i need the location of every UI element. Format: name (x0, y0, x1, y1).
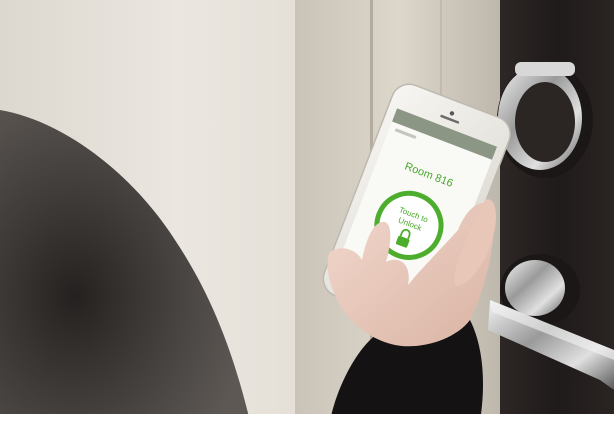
door-lock-deadbolt (497, 62, 593, 178)
photo-scene: Room 816 Touch to Unlock (0, 0, 614, 421)
bottom-border (0, 414, 614, 421)
room-number: Room 816 (402, 160, 455, 190)
unlock-label-line1: Touch to (397, 205, 430, 225)
scene-svg (0, 0, 614, 421)
